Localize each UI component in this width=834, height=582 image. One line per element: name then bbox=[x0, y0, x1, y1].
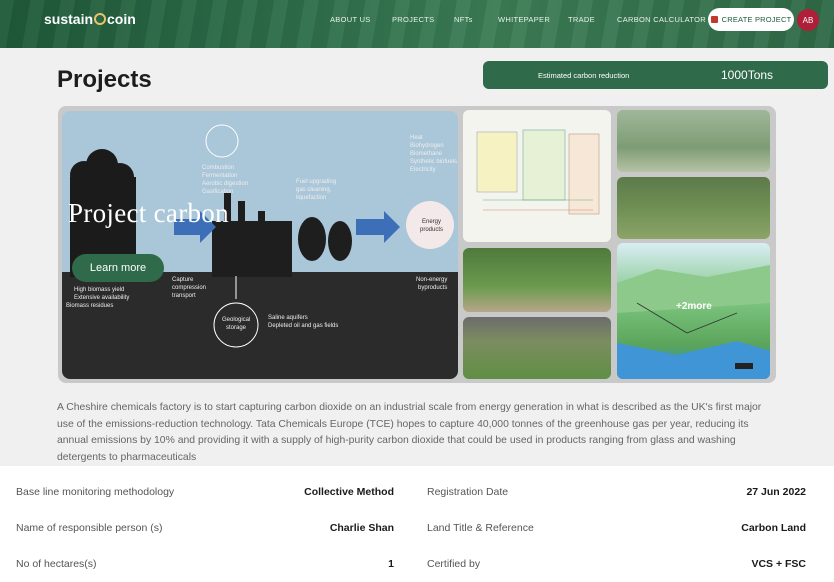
svg-text:compression: compression bbox=[172, 285, 206, 291]
create-project-button[interactable]: CREATE PROJECT bbox=[708, 8, 794, 31]
svg-text:Energy: Energy bbox=[422, 219, 441, 225]
estimate-label: Estimated carbon reduction bbox=[538, 70, 630, 80]
svg-text:High biomass yield: High biomass yield bbox=[74, 287, 124, 293]
main-project-image[interactable]: Combustion Fermentation Aerobic digestion G… bbox=[62, 111, 458, 379]
svg-text:Synthetic biofuels: Synthetic biofuels bbox=[410, 159, 457, 165]
detail-value-hectares: 1 bbox=[388, 558, 394, 570]
logo-text-left: sustain bbox=[44, 11, 94, 27]
detail-value-certified-by: VCS + FSC bbox=[751, 558, 806, 570]
svg-text:Aerobic digestion: Aerobic digestion bbox=[202, 181, 248, 187]
thumbnail-plantation-diagram[interactable] bbox=[463, 110, 611, 242]
detail-label-methodology: Base line monitoring methodology bbox=[16, 486, 175, 498]
detail-label-land-title: Land Title & Reference bbox=[427, 522, 534, 534]
thumbnail-plantation-1[interactable] bbox=[617, 110, 770, 172]
svg-text:Non-energy: Non-energy bbox=[416, 277, 447, 283]
logo[interactable]: sustain coin bbox=[44, 11, 136, 27]
svg-text:products: products bbox=[420, 227, 443, 233]
svg-text:Biomethane: Biomethane bbox=[410, 151, 443, 157]
estimate-value: 1000Tons bbox=[721, 68, 774, 82]
logo-text-right: coin bbox=[107, 11, 136, 27]
svg-text:Gasification: Gasification bbox=[202, 189, 233, 195]
detail-value-registration-date: 27 Jun 2022 bbox=[746, 486, 806, 498]
detail-value-land-title: Carbon Land bbox=[741, 522, 806, 534]
svg-text:gas cleaning,: gas cleaning, bbox=[296, 187, 332, 193]
project-description: A Cheshire chemicals factory is to start… bbox=[57, 402, 762, 463]
learn-more-button[interactable]: Learn more bbox=[72, 254, 164, 282]
nav-nfts[interactable]: NFTs bbox=[454, 15, 473, 24]
thumbnail-plantation-2[interactable] bbox=[617, 177, 770, 239]
nav-carbon-calculator[interactable]: CARBON CALCULATOR bbox=[617, 15, 706, 24]
nav-trade[interactable]: TRADE bbox=[568, 15, 595, 24]
detail-label-responsible-person: Name of responsible person (s) bbox=[16, 522, 163, 534]
more-images-badge[interactable]: +2more bbox=[676, 301, 712, 312]
svg-text:Combustion: Combustion bbox=[202, 165, 234, 171]
svg-text:transport: transport bbox=[172, 293, 196, 299]
svg-text:Electricity: Electricity bbox=[410, 167, 436, 173]
svg-text:Geological: Geological bbox=[222, 317, 250, 323]
svg-text:Biomass residues: Biomass residues bbox=[66, 303, 113, 309]
avatar[interactable]: AB bbox=[797, 9, 819, 31]
svg-text:Heat: Heat bbox=[410, 135, 423, 141]
nav-projects[interactable]: PROJECTS bbox=[392, 15, 434, 24]
detail-label-registration-date: Registration Date bbox=[427, 486, 509, 498]
carbon-estimate-banner: Estimated carbon reduction 1000Tons bbox=[483, 61, 828, 89]
coin-icon bbox=[94, 13, 107, 25]
svg-text:Fermentation: Fermentation bbox=[202, 173, 237, 179]
detail-value-responsible-person: Charlie Shan bbox=[329, 522, 394, 534]
svg-text:liquefaction: liquefaction bbox=[296, 195, 326, 201]
thumbnail-planting-guide[interactable] bbox=[463, 317, 611, 379]
project-icon bbox=[710, 16, 718, 23]
detail-label-certified-by: Certified by bbox=[427, 558, 481, 570]
svg-text:byproducts: byproducts bbox=[418, 285, 447, 291]
main-image-caption: Project carbon bbox=[68, 198, 229, 228]
nav-whitepaper[interactable]: WHITEPAPER bbox=[498, 15, 550, 24]
svg-text:Saline aquifers: Saline aquifers bbox=[268, 315, 308, 321]
project-details-panel: Base line monitoring methodology Collect… bbox=[0, 466, 834, 582]
svg-text:Extensive availability: Extensive availability bbox=[74, 295, 129, 301]
svg-text:Fuel upgrading: Fuel upgrading bbox=[296, 179, 336, 185]
detail-value-methodology: Collective Method bbox=[304, 486, 394, 498]
svg-text:Depleted oil and gas fields: Depleted oil and gas fields bbox=[268, 323, 338, 329]
nav-about-us[interactable]: ABOUT US bbox=[330, 15, 371, 24]
detail-label-hectares: No of hectares(s) bbox=[16, 558, 97, 570]
page-title: Projects bbox=[57, 66, 152, 93]
thumbnail-forest-clearing[interactable] bbox=[463, 248, 611, 312]
svg-text:Biohydrogen: Biohydrogen bbox=[410, 143, 444, 149]
svg-text:storage: storage bbox=[226, 325, 247, 331]
create-project-label: CREATE PROJECT bbox=[721, 15, 792, 24]
svg-text:Capture: Capture bbox=[172, 277, 194, 283]
